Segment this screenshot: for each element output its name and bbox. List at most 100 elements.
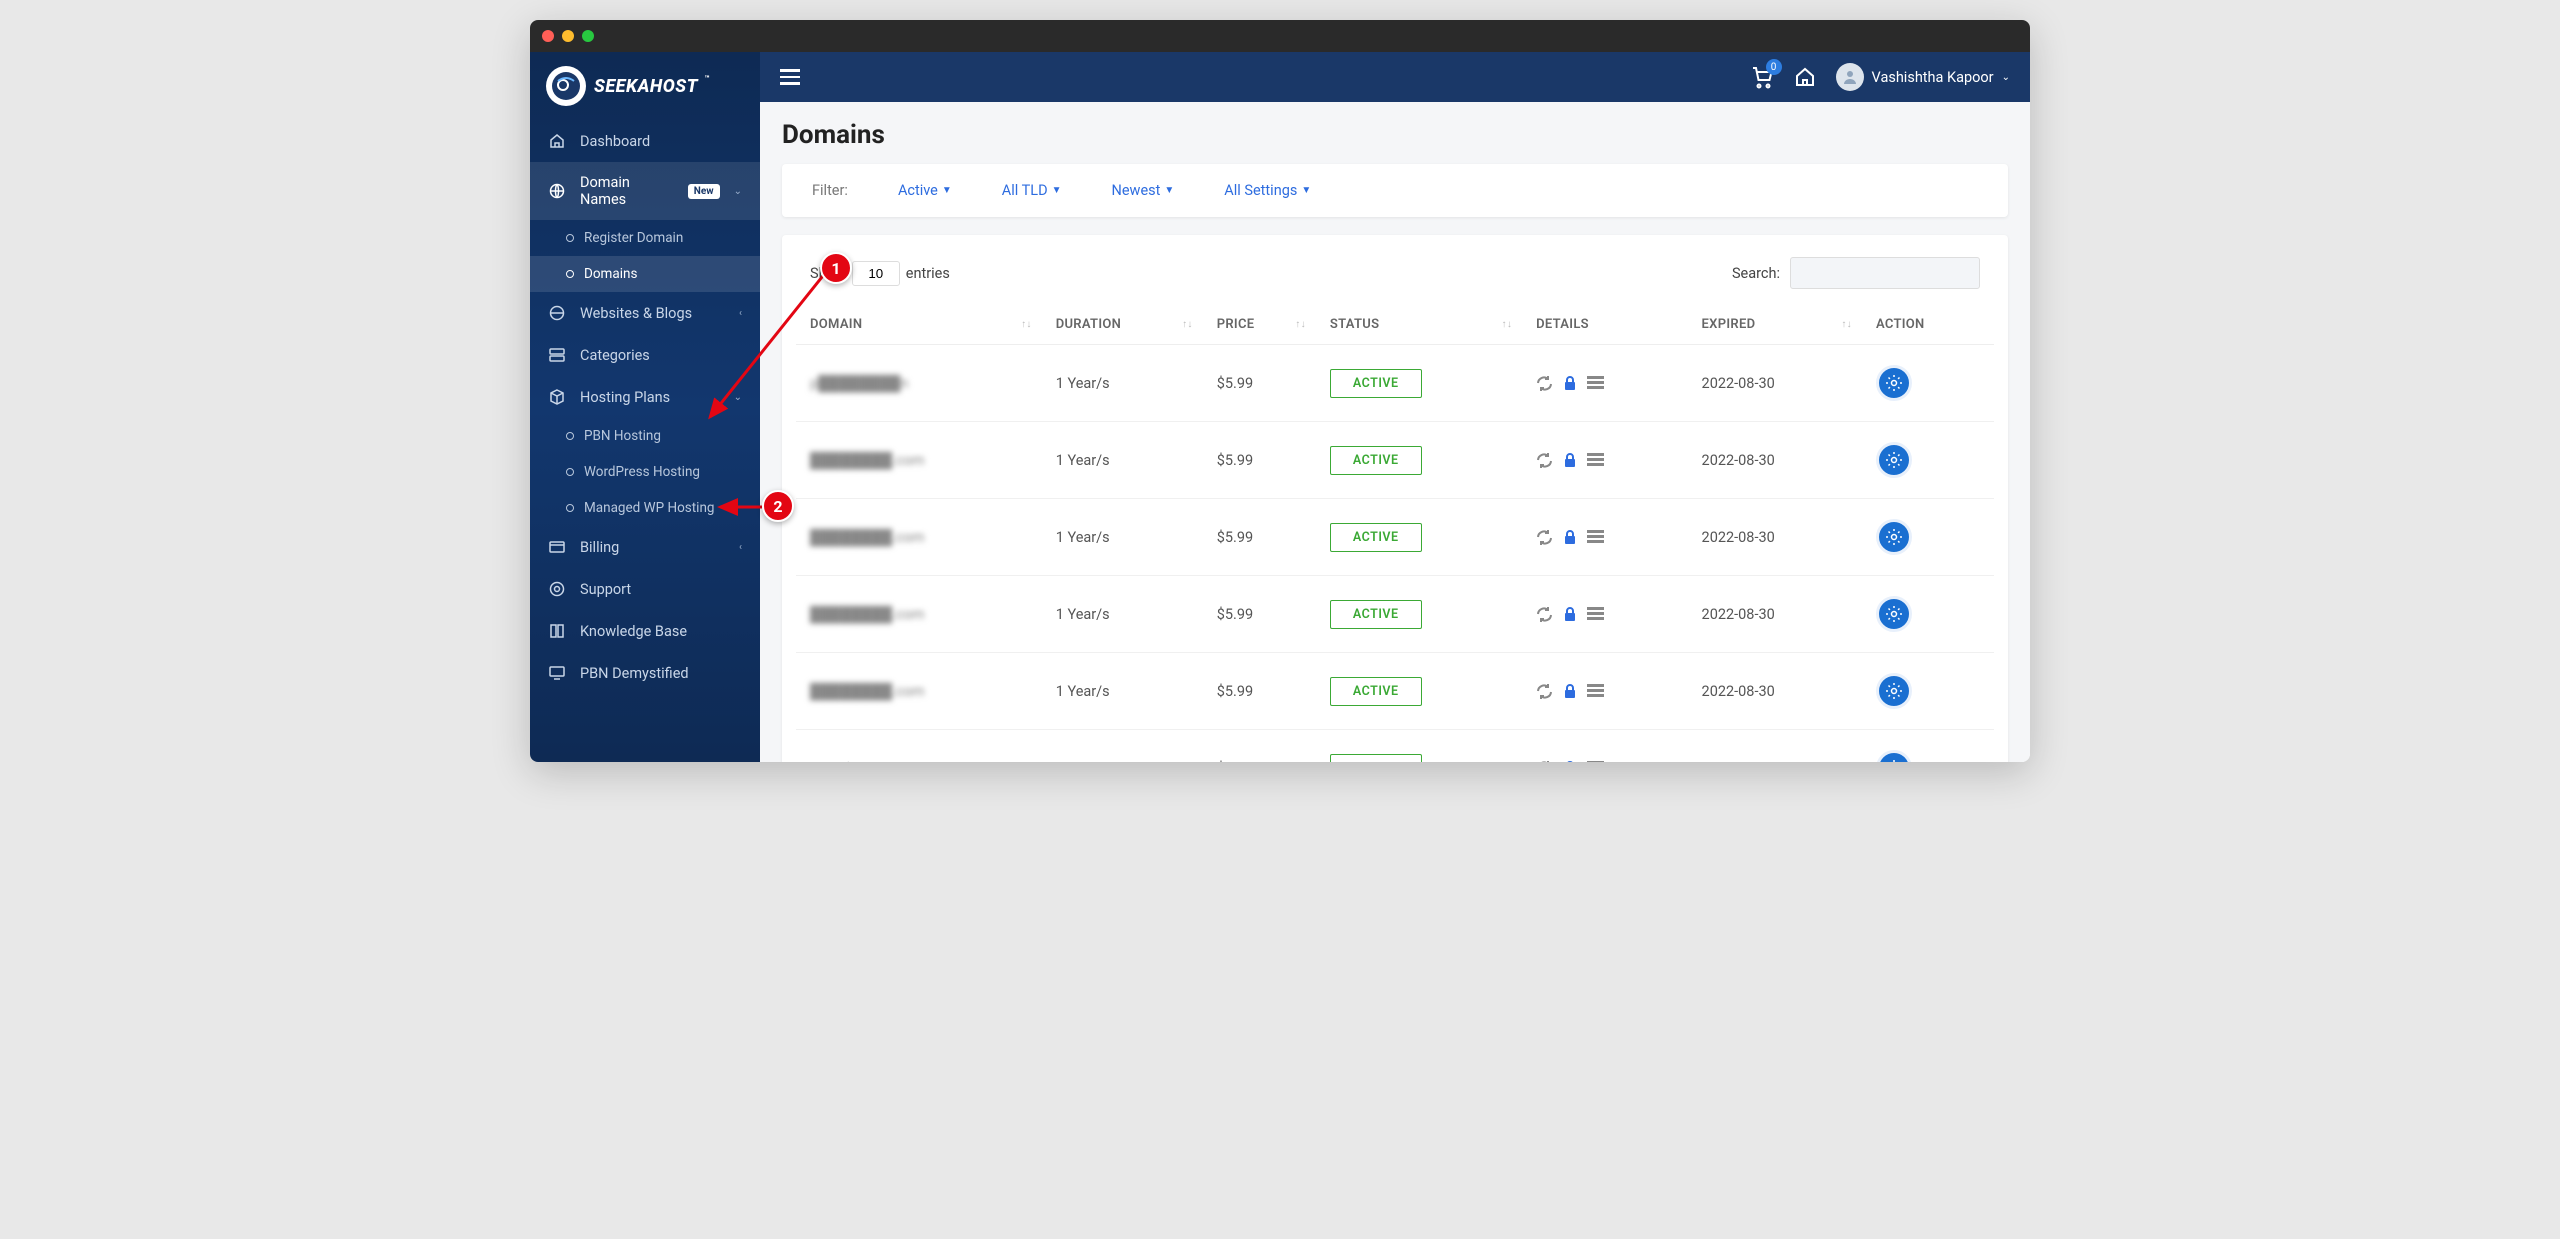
sidebar-item-websites-blogs[interactable]: Websites & Blogs ‹ [530,292,760,334]
table-row[interactable]: bikesfolia.com 1 Year/s $5.99 ACTIVE 202… [796,730,1994,763]
grid-icon [548,346,566,364]
sidebar-item-dashboard[interactable]: Dashboard [530,120,760,162]
entries-select[interactable] [852,261,900,286]
cell-expired: 2022-08-30 [1688,499,1862,576]
sidebar-sub-label: Domains [584,266,637,282]
table-row[interactable]: ████████.com 1 Year/s $5.99 ACTIVE 2022-… [796,576,1994,653]
cell-price: $5.99 [1203,345,1316,422]
cell-duration: 1 Year/s [1042,653,1203,730]
content-area: Domains Filter: Active▼ All TLD▼ Newest▼… [760,102,2030,762]
action-gear-button[interactable] [1876,750,1912,762]
sidebar-sub-wordpress-hosting[interactable]: WordPress Hosting [530,454,760,490]
sidebar-sub-label: Register Domain [584,230,683,246]
lock-icon[interactable] [1563,607,1577,622]
sidebar-sub-domains[interactable]: Domains [530,256,760,292]
filter-tld-dropdown[interactable]: All TLD▼ [1002,182,1062,199]
action-gear-button[interactable] [1876,596,1912,632]
sidebar-sub-managed-wp-hosting[interactable]: Managed WP Hosting [530,490,760,526]
cart-button[interactable]: 0 [1750,65,1774,89]
filter-newest-dropdown[interactable]: Newest▼ [1112,182,1175,199]
col-duration[interactable]: DURATION↑↓ [1042,305,1203,345]
refresh-icon[interactable] [1536,529,1553,546]
refresh-icon[interactable] [1536,452,1553,469]
cell-status: ACTIVE [1316,653,1522,730]
sidebar-item-pbn-demystified[interactable]: PBN Demystified [530,652,760,694]
maximize-window-button[interactable] [582,30,594,42]
user-menu-button[interactable]: Vashishtha Kapoor ⌄ [1836,63,2010,91]
cell-expired: 2022-08-30 [1688,422,1862,499]
minimize-window-button[interactable] [562,30,574,42]
cell-duration: 1 Year/s [1042,499,1203,576]
col-expired[interactable]: EXPIRED↑↓ [1688,305,1862,345]
action-gear-button[interactable] [1876,442,1912,478]
brand-logo[interactable]: SEEKAHOST™ [530,52,760,120]
list-icon[interactable] [1587,761,1604,762]
window-titlebar [530,20,2030,52]
sidebar-item-categories[interactable]: Categories [530,334,760,376]
lock-icon[interactable] [1563,684,1577,699]
sidebar-sub-pbn-hosting[interactable]: PBN Hosting [530,418,760,454]
action-gear-button[interactable] [1876,365,1912,401]
cell-status: ACTIVE [1316,422,1522,499]
lock-icon[interactable] [1563,453,1577,468]
user-avatar-icon [1836,63,1864,91]
globe-icon [548,304,566,322]
table-row[interactable]: ████████.com 1 Year/s $5.99 ACTIVE 2022-… [796,422,1994,499]
sidebar-sub-register-domain[interactable]: Register Domain [530,220,760,256]
user-name-label: Vashishtha Kapoor [1872,69,1994,86]
sidebar-item-domain-names[interactable]: Domain Names New ⌄ [530,162,760,220]
sidebar-item-label: Dashboard [580,133,650,150]
filter-active-dropdown[interactable]: Active▼ [898,182,952,199]
new-badge: New [688,184,720,199]
sidebar-item-support[interactable]: Support [530,568,760,610]
sidebar-item-knowledge-base[interactable]: Knowledge Base [530,610,760,652]
cell-action [1862,576,1994,653]
home-button[interactable] [1794,66,1816,88]
bullet-icon [566,432,574,440]
cell-price: $5.99 [1203,499,1316,576]
lock-icon[interactable] [1563,376,1577,391]
entries-label: entries [906,265,950,282]
refresh-icon[interactable] [1536,375,1553,392]
table-controls: Show entries Search: [796,257,1994,305]
sidebar: SEEKAHOST™ Dashboard Domain Names New ⌄ … [530,52,760,762]
col-price[interactable]: PRICE↑↓ [1203,305,1316,345]
col-domain[interactable]: DOMAIN↑↓ [796,305,1042,345]
page-title: Domains [782,120,2008,150]
cell-price: $5.99 [1203,422,1316,499]
cell-status: ACTIVE [1316,499,1522,576]
menu-toggle-button[interactable] [780,69,800,85]
list-icon[interactable] [1587,684,1604,698]
search-input[interactable] [1790,257,1980,289]
table-row[interactable]: p████████n 1 Year/s $5.99 ACTIVE 2022-08… [796,345,1994,422]
cell-domain: ████████.com [796,576,1042,653]
lock-icon[interactable] [1563,761,1577,763]
list-icon[interactable] [1587,376,1604,390]
action-gear-button[interactable] [1876,519,1912,555]
topbar: 0 Vashishtha Kapoor ⌄ [760,52,2030,102]
refresh-icon[interactable] [1536,760,1553,763]
cell-action [1862,499,1994,576]
filter-settings-dropdown[interactable]: All Settings▼ [1224,182,1311,199]
col-status[interactable]: STATUS↑↓ [1316,305,1522,345]
cell-domain: ████████.com [796,499,1042,576]
list-icon[interactable] [1587,607,1604,621]
lock-icon[interactable] [1563,530,1577,545]
action-gear-button[interactable] [1876,673,1912,709]
table-row[interactable]: ████████.com 1 Year/s $5.99 ACTIVE 2022-… [796,499,1994,576]
sidebar-item-label: PBN Demystified [580,665,689,682]
search-label: Search: [1732,265,1780,282]
list-icon[interactable] [1587,530,1604,544]
table-row[interactable]: ████████.com 1 Year/s $5.99 ACTIVE 2022-… [796,653,1994,730]
refresh-icon[interactable] [1536,683,1553,700]
refresh-icon[interactable] [1536,606,1553,623]
cell-price: $5.99 [1203,576,1316,653]
sidebar-sub-label: WordPress Hosting [584,464,700,480]
close-window-button[interactable] [542,30,554,42]
chevron-down-icon: ⌄ [2002,72,2010,83]
sidebar-item-hosting-plans[interactable]: Hosting Plans ⌄ [530,376,760,418]
sidebar-item-billing[interactable]: Billing ‹ [530,526,760,568]
cell-price: $5.99 [1203,653,1316,730]
monitor-icon [548,664,566,682]
list-icon[interactable] [1587,453,1604,467]
